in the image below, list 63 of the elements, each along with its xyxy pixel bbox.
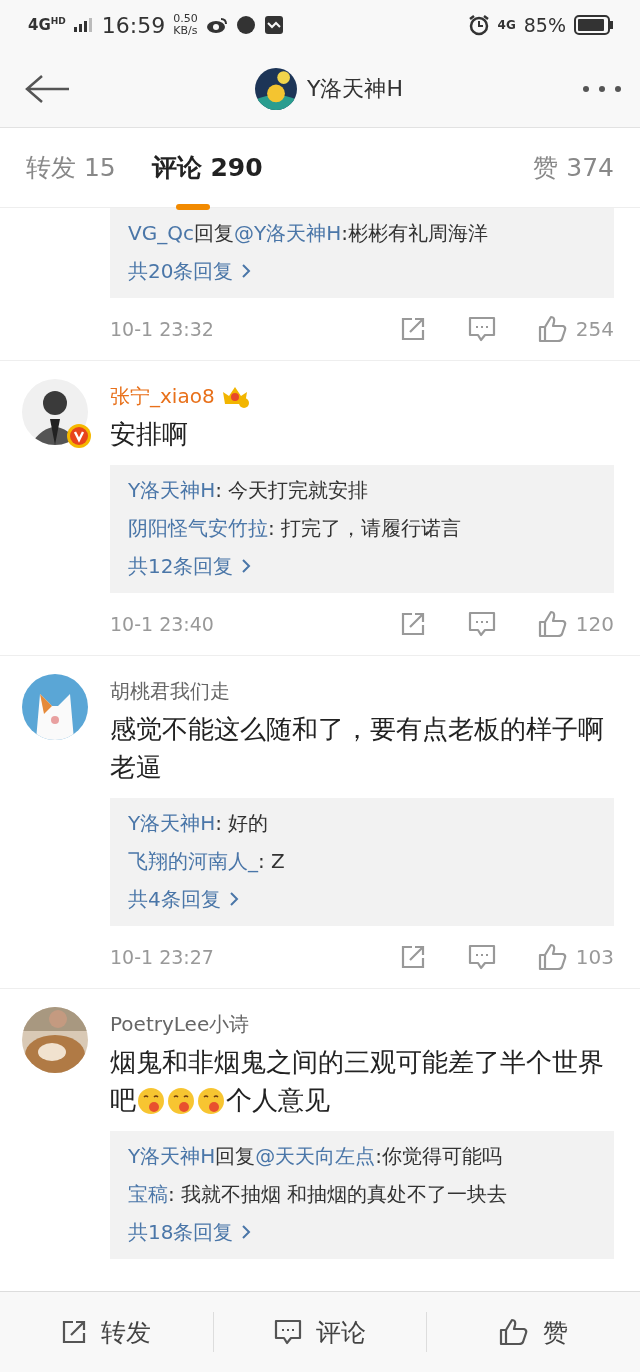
share-button[interactable]: 转发 [55, 1309, 158, 1355]
verified-badge-icon [66, 423, 92, 449]
share-icon[interactable] [399, 316, 426, 342]
thumbs-up-icon [537, 610, 568, 638]
like-button[interactable]: 120 [537, 610, 614, 638]
view-replies-link[interactable]: 共20条回复 [128, 252, 252, 290]
network-indicator: 4G [497, 18, 516, 32]
reply-text: VG_Qc回复@Y洛天神H:彬彬有礼周海洋 [128, 220, 489, 247]
tab[interactable]: 赞 374 [533, 127, 614, 208]
network-indicator: 4G$^{HD}$ [28, 17, 66, 33]
comment-text: 安排啊 [110, 418, 189, 451]
clock-time: 16:59 [101, 12, 166, 38]
like-button[interactable]: 103 [537, 943, 614, 971]
view-replies-link[interactable]: 共4条回复 [128, 880, 239, 918]
comment-icon[interactable] [467, 944, 496, 970]
comment-icon[interactable] [467, 316, 496, 342]
alarm-icon [467, 14, 490, 36]
timestamp: 10-1 23:27 [110, 946, 215, 968]
back-arrow-icon[interactable] [24, 73, 70, 104]
share-icon[interactable] [399, 611, 426, 637]
more-menu-icon[interactable] [582, 84, 622, 93]
reply-text: 飞翔的河南人_: Z [128, 848, 286, 875]
network-speed: 0.50 [173, 12, 198, 25]
user-name[interactable]: PoetryLee小诗 [110, 1010, 250, 1038]
user-name[interactable]: 胡桃君我们走 [110, 677, 230, 705]
app-icon [263, 15, 284, 35]
chevron-right-icon [228, 891, 239, 907]
chevron-right-icon [241, 558, 252, 574]
comment-icon[interactable] [467, 611, 496, 637]
chevron-right-icon [241, 1224, 252, 1240]
reply-text: Y洛天神H回复@天天向左点:你觉得可能吗 [128, 1143, 503, 1170]
chevron-right-icon [241, 263, 252, 279]
battery-percent: 85% [523, 14, 566, 36]
timestamp: 10-1 23:32 [110, 318, 215, 340]
tab[interactable]: 评论 290 [151, 127, 263, 208]
view-replies-link[interactable]: 共18条回复 [128, 1213, 252, 1251]
reply-text: Y洛天神H: 今天打完就安排 [128, 477, 370, 504]
emoji-icon [167, 1087, 195, 1115]
comment-text: 烟鬼和非烟鬼之间的三观可能差了半个世界吧 个人意见 [110, 1046, 605, 1117]
comment-text: 感觉不能这么随和了，要有点老板的样子啊老逼 [110, 713, 605, 784]
comment-button[interactable]: 评论 [268, 1309, 372, 1355]
share-icon [61, 1319, 88, 1345]
reply-text: 阴阳怪气安竹拉: 打完了，请履行诺言 [128, 515, 463, 542]
user-name: Y洛天神H [307, 74, 403, 103]
battery-icon [574, 15, 614, 35]
timestamp: 10-1 23:40 [110, 613, 215, 635]
thumbs-up-icon [537, 315, 568, 343]
user-name[interactable]: 张宁_xiao8 [110, 382, 215, 410]
emoji-icon [137, 1087, 165, 1115]
eye-logo-icon [205, 16, 228, 34]
comment-icon [274, 1319, 302, 1345]
share-icon[interactable] [399, 944, 426, 970]
thumbs-up-icon [499, 1318, 530, 1346]
thumbs-up-icon [537, 943, 568, 971]
reply-text: 宝稿: 我就不抽烟 和抽烟的真处不了一块去 [128, 1181, 509, 1208]
like-button[interactable]: 赞 [493, 1309, 575, 1355]
speed-unit: KB/s [173, 25, 198, 38]
reply-text: Y洛天神H: 好的 [128, 810, 270, 837]
view-replies-link[interactable]: 共12条回复 [128, 547, 252, 585]
tab[interactable]: 转发 15 [26, 127, 116, 208]
signal-icon [73, 18, 94, 32]
like-button[interactable]: 254 [537, 315, 614, 343]
emoji-icon [197, 1087, 225, 1115]
